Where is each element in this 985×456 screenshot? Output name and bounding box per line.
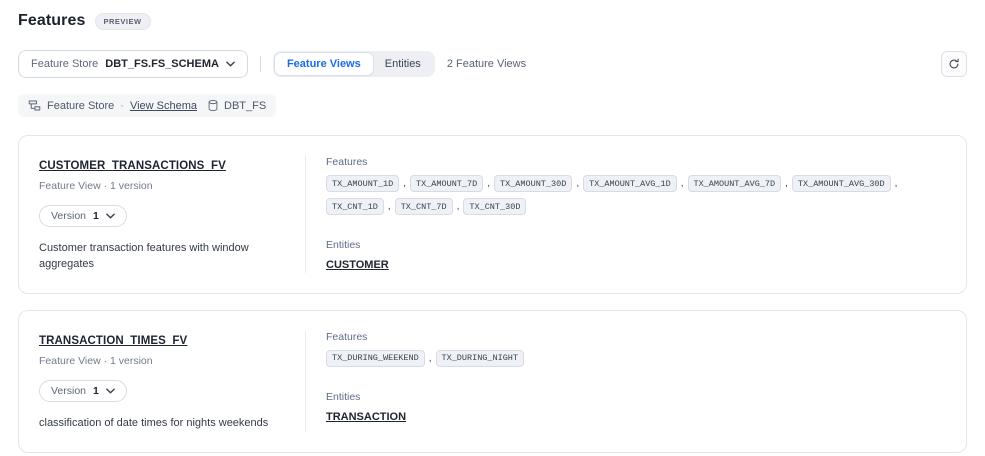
- features-section-label: Features: [326, 156, 950, 168]
- feature-chips: TX_AMOUNT_1D,TX_AMOUNT_7D,TX_AMOUNT_30D,…: [326, 175, 950, 215]
- card-summary-column: TRANSACTION_TIMES_FV Feature View · 1 ve…: [19, 331, 306, 432]
- chip-separator: ,: [680, 178, 685, 189]
- card-details-column: Features TX_AMOUNT_1D,TX_AMOUNT_7D,TX_AM…: [306, 156, 966, 273]
- feature-chip: TX_AMOUNT_1D: [326, 175, 399, 192]
- feature-view-cards: CUSTOMER_TRANSACTIONS_FV Feature View · …: [18, 135, 967, 453]
- database-name: DBT_FS: [224, 100, 266, 112]
- breadcrumb-separator: ·: [120, 100, 124, 112]
- features-section-label: Features: [326, 331, 950, 343]
- chip-separator: ,: [894, 178, 899, 189]
- breadcrumb: Feature Store · View Schema DBT_FS: [18, 94, 276, 117]
- feature-chip: TX_AMOUNT_AVG_30D: [792, 175, 891, 192]
- feature-chips: TX_DURING_WEEKEND,TX_DURING_NIGHT: [326, 350, 950, 367]
- version-label: Version: [51, 385, 86, 397]
- feature-chip: TX_AMOUNT_AVG_1D: [583, 175, 677, 192]
- chevron-down-icon: [226, 61, 235, 67]
- feature-view-description: classification of date times for nights …: [39, 416, 285, 432]
- feature-chip: TX_AMOUNT_AVG_7D: [688, 175, 782, 192]
- breadcrumb-root-label: Feature Store: [47, 100, 114, 112]
- feature-chip: TX_DURING_NIGHT: [436, 350, 525, 367]
- feature-chip: TX_AMOUNT_7D: [410, 175, 483, 192]
- entity-links: TRANSACTION: [326, 411, 950, 423]
- refresh-icon: [948, 58, 960, 70]
- version-dropdown[interactable]: Version 1: [39, 380, 127, 402]
- database-icon: [207, 99, 219, 112]
- refresh-button[interactable]: [941, 51, 967, 77]
- chip-separator: ,: [575, 178, 580, 189]
- feature-chip: TX_CNT_30D: [463, 198, 526, 215]
- version-dropdown[interactable]: Version 1: [39, 205, 127, 227]
- features-page: Features PREVIEW Feature Store DBT_FS.FS…: [0, 0, 985, 456]
- chevron-down-icon: [106, 213, 115, 219]
- toolbar: Feature Store DBT_FS.FS_SCHEMA Feature V…: [18, 50, 967, 78]
- feature-view-card: CUSTOMER_TRANSACTIONS_FV Feature View · …: [18, 135, 967, 294]
- version-value: 1: [93, 385, 99, 397]
- breadcrumb-database: DBT_FS: [207, 99, 266, 112]
- feature-store-selector[interactable]: Feature Store DBT_FS.FS_SCHEMA: [18, 50, 248, 78]
- version-label: Version: [51, 210, 86, 222]
- view-schema-link[interactable]: View Schema: [130, 100, 197, 112]
- chip-separator: ,: [428, 353, 433, 364]
- feature-store-selector-label: Feature Store: [31, 58, 98, 70]
- page-title: Features: [18, 12, 86, 30]
- toolbar-divider: [260, 56, 261, 72]
- feature-view-meta: Feature View · 1 version: [39, 180, 285, 192]
- chip-separator: ,: [387, 201, 392, 212]
- view-tabs: Feature Views Entities: [273, 51, 435, 77]
- chip-separator: ,: [456, 201, 461, 212]
- chip-separator: ,: [402, 178, 407, 189]
- card-details-column: Features TX_DURING_WEEKEND,TX_DURING_NIG…: [306, 331, 966, 432]
- page-header: Features PREVIEW: [18, 12, 967, 30]
- feature-views-count: 2 Feature Views: [447, 58, 526, 70]
- entities-section: Entities TRANSACTION: [326, 391, 950, 423]
- feature-view-title-link[interactable]: CUSTOMER_TRANSACTIONS_FV: [39, 160, 226, 172]
- entity-links: CUSTOMER: [326, 259, 950, 271]
- feature-chip: TX_CNT_7D: [395, 198, 453, 215]
- breadcrumb-row: Feature Store · View Schema DBT_FS: [18, 94, 967, 135]
- chip-separator: ,: [486, 178, 491, 189]
- chevron-down-icon: [106, 388, 115, 394]
- schema-icon: [28, 99, 41, 112]
- feature-chip: TX_AMOUNT_30D: [494, 175, 572, 192]
- chip-separator: ,: [784, 178, 789, 189]
- feature-view-title-link[interactable]: TRANSACTION_TIMES_FV: [39, 335, 187, 347]
- entities-section-label: Entities: [326, 391, 950, 403]
- entity-link[interactable]: TRANSACTION: [326, 411, 406, 423]
- entities-section-label: Entities: [326, 239, 950, 251]
- tab-feature-views[interactable]: Feature Views: [275, 53, 373, 75]
- feature-chip: TX_CNT_1D: [326, 198, 384, 215]
- entities-section: Entities CUSTOMER: [326, 239, 950, 271]
- tab-entities[interactable]: Entities: [373, 53, 433, 75]
- feature-view-meta: Feature View · 1 version: [39, 355, 285, 367]
- feature-store-selector-value: DBT_FS.FS_SCHEMA: [105, 58, 219, 70]
- preview-badge: PREVIEW: [95, 13, 151, 30]
- entity-link[interactable]: CUSTOMER: [326, 259, 389, 271]
- feature-view-description: Customer transaction features with windo…: [39, 241, 285, 273]
- version-value: 1: [93, 210, 99, 222]
- card-summary-column: CUSTOMER_TRANSACTIONS_FV Feature View · …: [19, 156, 306, 273]
- feature-view-card: TRANSACTION_TIMES_FV Feature View · 1 ve…: [18, 310, 967, 453]
- feature-chip: TX_DURING_WEEKEND: [326, 350, 425, 367]
